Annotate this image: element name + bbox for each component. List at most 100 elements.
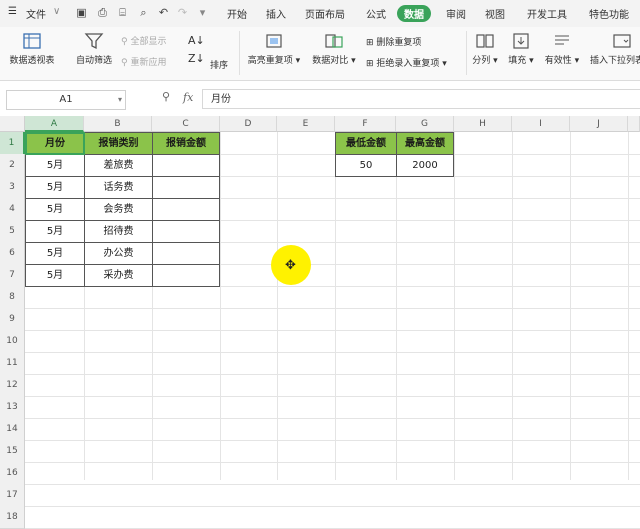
table-cell[interactable]: 话务费 <box>84 176 153 199</box>
table-header-amount[interactable]: 报销金额 <box>152 132 220 155</box>
table-cell[interactable] <box>152 220 220 243</box>
row-header-4[interactable]: 4 <box>0 198 25 221</box>
table-header-min[interactable]: 最低金额 <box>335 132 397 155</box>
fill-button[interactable]: 填充 ▾ <box>506 32 536 66</box>
row-header-1[interactable]: 1 <box>0 132 25 155</box>
tab-data[interactable]: 数据 <box>397 5 431 22</box>
tab-view[interactable]: 视图 <box>485 6 505 21</box>
tab-page-layout[interactable]: 页面布局 <box>305 6 345 21</box>
row-header-11[interactable]: 11 <box>0 352 25 375</box>
column-header-c[interactable]: C <box>152 116 220 132</box>
preview-icon[interactable]: ⌕ <box>137 6 150 19</box>
tab-special[interactable]: 特色功能 <box>589 6 629 21</box>
formula-input[interactable]: 月份 <box>202 89 640 109</box>
row-header-13[interactable]: 13 <box>0 396 25 419</box>
row-header-3[interactable]: 3 <box>0 176 25 199</box>
chevron-down-icon[interactable]: ▾ <box>118 91 122 109</box>
column-header-e[interactable]: E <box>277 116 335 132</box>
sort-desc-icon[interactable]: Z↓ <box>188 52 205 65</box>
table-cell[interactable]: 招待费 <box>84 220 153 243</box>
row-header-2[interactable]: 2 <box>0 154 25 177</box>
fill-down-icon <box>513 33 529 49</box>
table-cell[interactable]: 5月 <box>25 242 85 265</box>
table-cell[interactable] <box>152 176 220 199</box>
column-header-b[interactable]: B <box>84 116 152 132</box>
show-all-button[interactable]: ⚲ 全部显示 <box>121 34 166 47</box>
remove-duplicates-button[interactable]: ⊞ 删除重复项 <box>366 35 421 48</box>
tab-developer[interactable]: 开发工具 <box>527 6 567 21</box>
data-compare-icon <box>325 34 343 48</box>
table-cell[interactable] <box>152 264 220 287</box>
reapply-button[interactable]: ⚲ 重新应用 <box>121 55 166 68</box>
column-header-a[interactable]: A <box>25 116 84 132</box>
row-header-18[interactable]: 18 <box>0 506 25 529</box>
pivot-table-button[interactable]: 数据透视表 <box>6 32 58 66</box>
data-compare-button[interactable]: 数据对比 ▾ <box>310 32 358 66</box>
insert-dropdown-list-button[interactable]: 插入下拉列表 <box>590 32 640 66</box>
select-all-corner[interactable] <box>0 116 25 132</box>
row-header-7[interactable]: 7 <box>0 264 25 287</box>
reject-duplicates-button[interactable]: ⊞ 拒绝录入重复项 ▾ <box>366 56 447 69</box>
row-header-10[interactable]: 10 <box>0 330 25 353</box>
file-menu[interactable]: 文件 <box>26 6 46 21</box>
table-cell[interactable]: 办公费 <box>84 242 153 265</box>
split-column-button[interactable]: 分列 ▾ <box>470 32 500 66</box>
table-cell[interactable]: 采办费 <box>84 264 153 287</box>
name-box[interactable]: A1 ▾ <box>6 90 126 110</box>
fx-icon[interactable]: fx <box>183 91 193 104</box>
tab-review[interactable]: 审阅 <box>446 6 466 21</box>
row-header-6[interactable]: 6 <box>0 242 25 265</box>
row-header-14[interactable]: 14 <box>0 418 25 441</box>
table-cell[interactable] <box>152 198 220 221</box>
validity-button[interactable]: 有效性 ▾ <box>542 32 582 66</box>
table-cell[interactable]: 2000 <box>396 154 454 177</box>
column-header-i[interactable]: I <box>512 116 570 132</box>
row-header-8[interactable]: 8 <box>0 286 25 309</box>
sort-button[interactable]: 排序 <box>210 58 228 71</box>
row-header-9[interactable]: 9 <box>0 308 25 331</box>
table-header-category[interactable]: 报销类别 <box>84 132 153 155</box>
column-header-f[interactable]: F <box>335 116 396 132</box>
column-header-h[interactable]: H <box>454 116 512 132</box>
zoom-icon[interactable]: ⚲ <box>162 90 170 103</box>
table-cell[interactable]: 5月 <box>25 198 85 221</box>
highlight-duplicates-button[interactable]: 高亮重复项 ▾ <box>246 32 302 66</box>
chevron-down-icon[interactable]: ∨ <box>53 6 60 17</box>
column-header-g[interactable]: G <box>396 116 454 132</box>
redo-icon[interactable]: ↷ <box>176 6 189 19</box>
column-header-k[interactable] <box>628 116 640 132</box>
column-header-d[interactable]: D <box>220 116 277 132</box>
gridline <box>335 132 336 480</box>
row-header-5[interactable]: 5 <box>0 220 25 243</box>
print-icon[interactable]: ⌸ <box>116 6 129 19</box>
tab-home[interactable]: 开始 <box>227 6 247 21</box>
table-cell[interactable]: 5月 <box>25 154 85 177</box>
save-icon[interactable]: ▣ <box>75 6 88 19</box>
export-icon[interactable]: ⎙ <box>96 6 109 19</box>
table-cell[interactable]: 5月 <box>25 176 85 199</box>
tab-formula[interactable]: 公式 <box>366 6 386 21</box>
autofilter-button[interactable]: 自动筛选 <box>72 32 116 66</box>
table-header-max[interactable]: 最高金额 <box>396 132 454 155</box>
table-cell[interactable] <box>152 242 220 265</box>
table-cell[interactable]: 5月 <box>25 220 85 243</box>
row-header-17[interactable]: 17 <box>0 484 25 507</box>
table-cell[interactable]: 差旅费 <box>84 154 153 177</box>
undo-icon[interactable]: ↶ <box>157 6 170 19</box>
table-cell[interactable]: 50 <box>335 154 397 177</box>
menu-icon[interactable]: ☰ <box>8 6 17 17</box>
menu-bar: ☰ 文件 ∨ ▣ ⎙ ⌸ ⌕ ↶ ↷ ▾ 开始 插入 页面布局 公式 数据 审阅… <box>0 0 640 27</box>
sort-asc-icon[interactable]: A↓ <box>188 34 205 47</box>
gridline <box>25 440 640 441</box>
table-cell[interactable] <box>152 154 220 177</box>
gridline <box>25 418 640 419</box>
row-header-15[interactable]: 15 <box>0 440 25 463</box>
column-header-j[interactable]: J <box>570 116 628 132</box>
row-header-12[interactable]: 12 <box>0 374 25 397</box>
table-cell[interactable]: 会务费 <box>84 198 153 221</box>
spreadsheet-grid[interactable]: A B C D E F G H I J 1 2 3 4 5 6 7 8 9 10 11 12 13 14 1… <box>0 116 640 529</box>
tab-insert[interactable]: 插入 <box>266 6 286 21</box>
row-header-16[interactable]: 16 <box>0 462 25 485</box>
more-icon[interactable]: ▾ <box>196 6 209 19</box>
table-cell[interactable]: 5月 <box>25 264 85 287</box>
